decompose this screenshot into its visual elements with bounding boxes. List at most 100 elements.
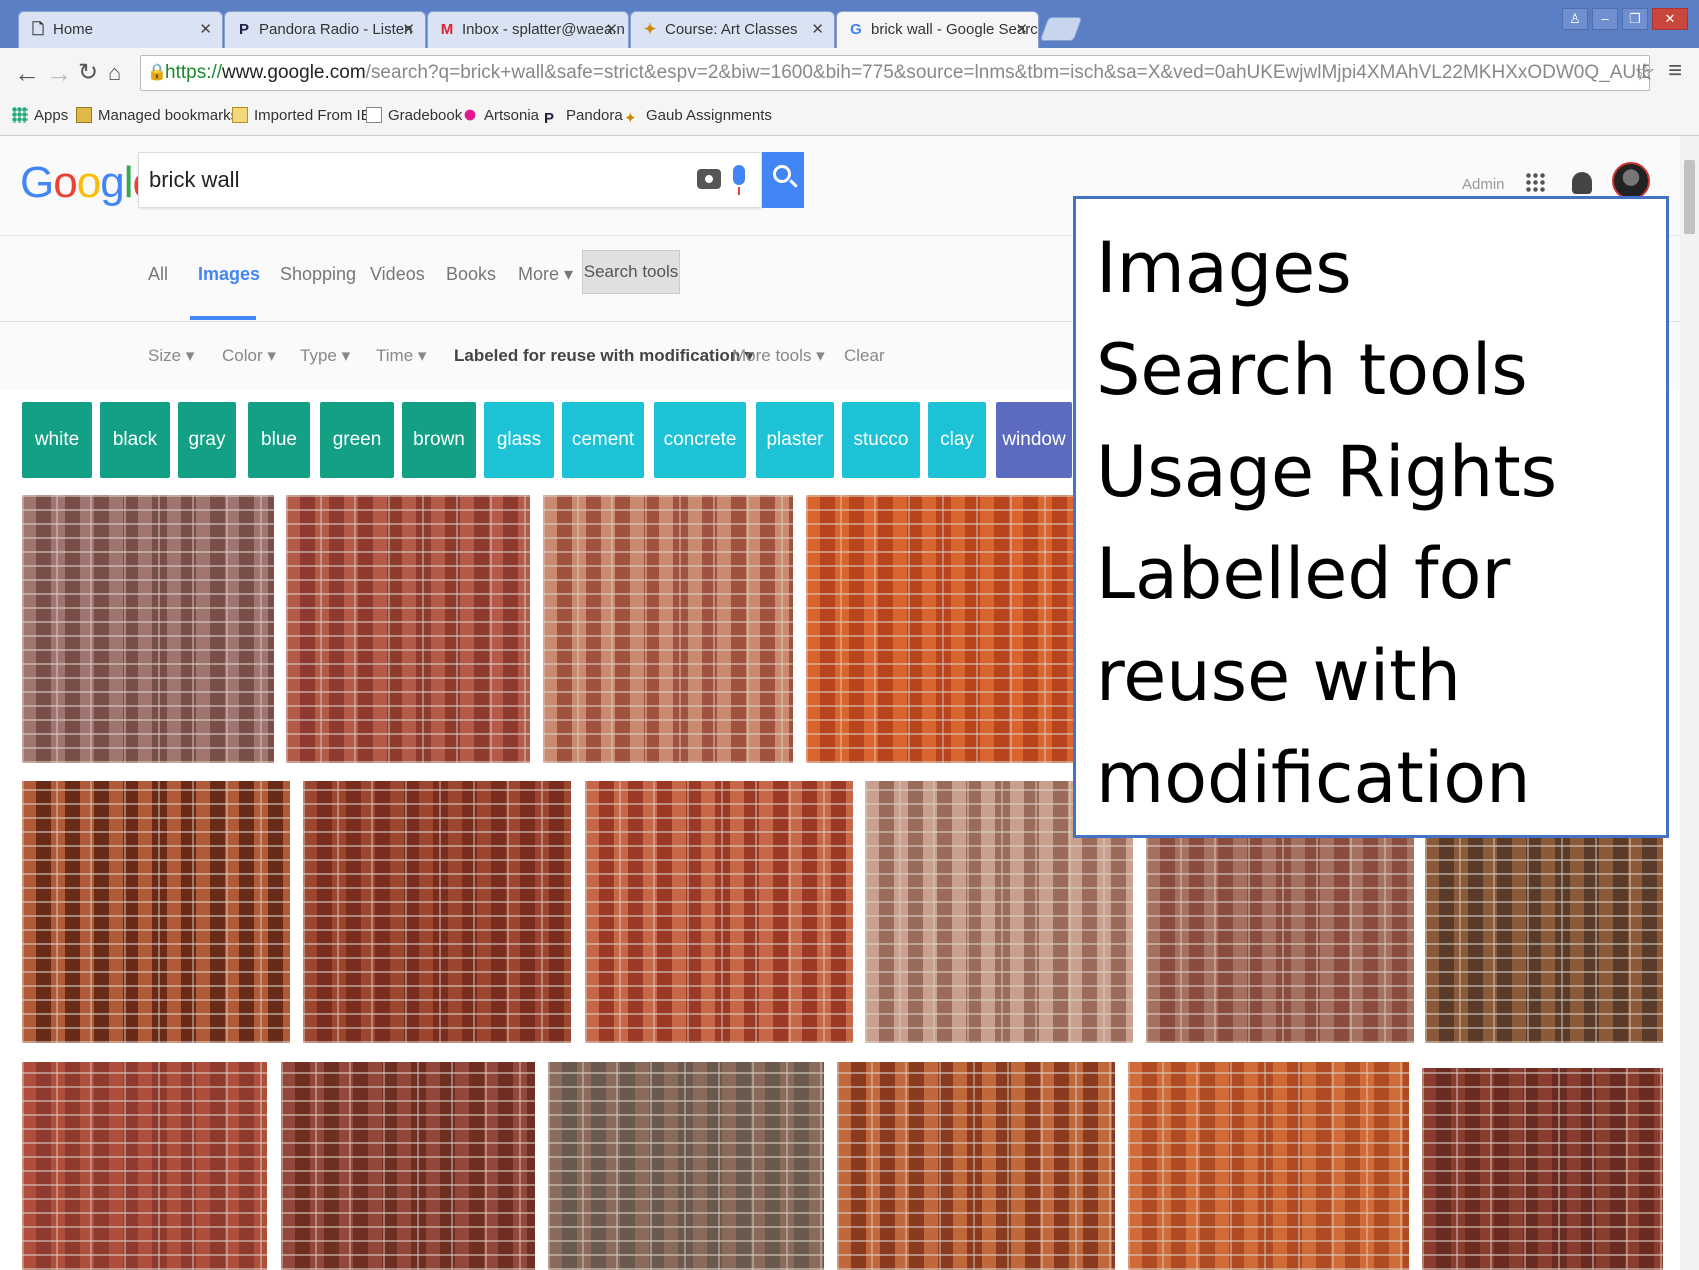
tab-more[interactable]: More ▾ — [518, 264, 573, 285]
notifications-icon[interactable] — [1572, 172, 1592, 194]
home-icon[interactable]: ⌂ — [108, 58, 121, 88]
apps-grid-icon[interactable] — [1525, 172, 1545, 192]
restore-icon[interactable]: ❐ — [1622, 8, 1648, 30]
image-thumbnail[interactable] — [22, 781, 290, 1043]
pandora-icon: P — [238, 21, 249, 38]
close-icon[interactable]: ✕ — [811, 12, 824, 48]
address-bar-row: ← → ↻ ⌂ 🔒 https://www.google.com/search?… — [0, 48, 1699, 98]
bookmark-label: Gradebook — [388, 107, 463, 124]
bookmark-imported[interactable]: Imported From IE — [232, 107, 371, 124]
tab-course[interactable]: ✦ Course: Art Classes ✕ — [630, 11, 835, 48]
tab-videos[interactable]: Videos — [370, 264, 425, 285]
bookmark-pandora[interactable]: P Pandora — [544, 107, 623, 127]
image-thumbnail[interactable] — [585, 781, 853, 1043]
chip-blue[interactable]: blue — [248, 402, 310, 478]
url-field[interactable]: 🔒 https://www.google.com/search?q=brick+… — [140, 55, 1650, 91]
image-thumbnail[interactable] — [837, 1062, 1115, 1270]
tab-google-search[interactable]: G brick wall - Google Search ✕ — [836, 11, 1039, 48]
bookmark-label: Pandora — [566, 107, 623, 124]
bookmark-label: Gaub Assignments — [646, 107, 772, 124]
apps-icon — [12, 107, 28, 123]
chip-glass[interactable]: glass — [484, 402, 554, 478]
tab-label: Inbox - splatter@waea.n — [462, 21, 625, 38]
chip-green[interactable]: green — [320, 402, 394, 478]
chip-stucco[interactable]: stucco — [842, 402, 920, 478]
image-thumbnail[interactable] — [543, 495, 793, 763]
tab-books[interactable]: Books — [446, 264, 496, 285]
tool-size[interactable]: Size ▾ — [148, 346, 194, 366]
close-icon[interactable]: ✕ — [1015, 12, 1028, 48]
bookmark-label: Imported From IE — [254, 107, 371, 124]
google-logo[interactable]: Google — [20, 158, 157, 208]
image-thumbnail[interactable] — [806, 495, 1076, 763]
tool-time[interactable]: Time ▾ — [376, 346, 426, 366]
tab-label: Course: Art Classes — [665, 21, 798, 38]
page-scrollbar[interactable] — [1680, 136, 1699, 1270]
tab-label: Pandora Radio - Listen — [259, 21, 413, 38]
reload-icon[interactable]: ↻ — [78, 58, 98, 88]
search-icon — [773, 165, 791, 183]
chip-clay[interactable]: clay — [928, 402, 986, 478]
search-tools-button[interactable]: Search tools — [582, 250, 680, 294]
chip-plaster[interactable]: plaster — [756, 402, 834, 478]
chip-window[interactable]: window — [996, 402, 1072, 478]
tool-clear[interactable]: Clear — [844, 346, 885, 366]
image-thumbnail[interactable] — [286, 495, 530, 763]
tool-more-tools[interactable]: More tools ▾ — [732, 346, 825, 366]
camera-icon[interactable] — [697, 169, 721, 189]
instruction-callout: Images Search tools Usage Rights Labelle… — [1073, 196, 1669, 838]
bookmark-gradebook[interactable]: Gradebook — [366, 107, 462, 124]
tool-type[interactable]: Type ▾ — [300, 346, 350, 366]
close-icon[interactable]: ✕ — [402, 12, 415, 48]
new-tab-button[interactable] — [1039, 17, 1083, 41]
user-icon[interactable]: ♙ — [1562, 8, 1588, 30]
forward-icon[interactable]: → — [46, 58, 72, 88]
avatar[interactable] — [1612, 162, 1650, 200]
bookmark-gaub[interactable]: ✦ Gaub Assignments — [624, 107, 772, 127]
microphone-icon[interactable] — [733, 165, 745, 195]
tool-color[interactable]: Color ▾ — [222, 346, 276, 366]
gmail-icon: M — [440, 21, 454, 38]
search-button[interactable] — [762, 152, 804, 208]
chip-white[interactable]: white — [22, 402, 92, 478]
account-name[interactable]: Admin — [1462, 176, 1505, 193]
browser-tab-bar: 🗋 Home ✕ P Pandora Radio - Listen ✕ M In… — [0, 0, 1699, 48]
close-window-icon[interactable]: ✕ — [1652, 8, 1688, 30]
image-thumbnail[interactable] — [22, 495, 274, 763]
chip-cement[interactable]: cement — [562, 402, 644, 478]
tab-images[interactable]: Images — [198, 264, 260, 285]
image-thumbnail[interactable] — [22, 1062, 267, 1270]
search-input[interactable] — [149, 161, 669, 199]
image-thumbnail[interactable] — [303, 781, 571, 1043]
close-icon[interactable]: ✕ — [199, 12, 212, 48]
tab-inbox[interactable]: M Inbox - splatter@waea.n ✕ — [427, 11, 629, 48]
bookmark-managed[interactable]: Managed bookmarks — [76, 107, 238, 124]
close-icon[interactable]: ✕ — [605, 12, 618, 48]
chip-black[interactable]: black — [100, 402, 170, 478]
callout-line: Images — [1096, 227, 1352, 309]
back-icon[interactable]: ← — [14, 58, 40, 88]
tab-pandora[interactable]: P Pandora Radio - Listen ✕ — [224, 11, 426, 48]
image-thumbnail[interactable] — [1128, 1062, 1409, 1270]
minimize-icon[interactable]: – — [1592, 8, 1618, 30]
menu-icon[interactable]: ≡ — [1668, 57, 1682, 85]
tool-usage-rights[interactable]: Labeled for reuse with modification ▾ — [454, 346, 753, 366]
tab-home[interactable]: 🗋 Home ✕ — [18, 11, 223, 48]
callout-line: reuse with — [1096, 635, 1461, 717]
chip-brown[interactable]: brown — [402, 402, 476, 478]
bookmark-artsonia[interactable]: Artsonia — [462, 107, 539, 124]
callout-line: Usage Rights — [1096, 431, 1558, 513]
scrollbar-thumb[interactable] — [1684, 160, 1695, 234]
image-thumbnail[interactable] — [1422, 1068, 1663, 1270]
moodle-icon: ✦ — [624, 110, 637, 127]
bookmark-star-icon[interactable]: ☆ — [1634, 58, 1656, 87]
chip-concrete[interactable]: concrete — [654, 402, 746, 478]
moodle-icon: ✦ — [643, 21, 657, 38]
url-host: www.google.com — [222, 62, 366, 83]
image-thumbnail[interactable] — [548, 1062, 824, 1270]
bookmark-apps[interactable]: Apps — [12, 107, 68, 124]
tab-all[interactable]: All — [148, 264, 168, 285]
image-thumbnail[interactable] — [281, 1062, 535, 1270]
chip-gray[interactable]: gray — [178, 402, 236, 478]
tab-shopping[interactable]: Shopping — [280, 264, 356, 285]
